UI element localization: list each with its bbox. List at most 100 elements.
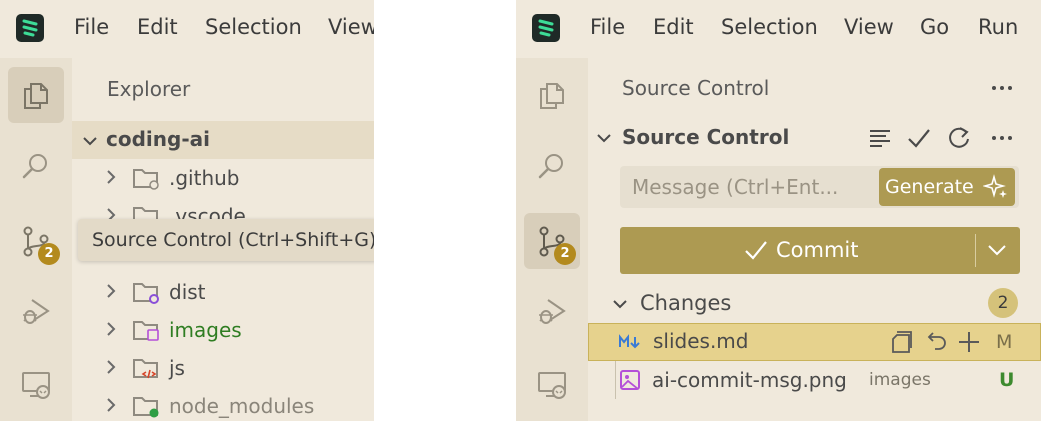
folder-label: images xyxy=(169,318,242,342)
source-control-badge: 2 xyxy=(38,243,60,265)
tree-item-images[interactable]: images xyxy=(72,311,374,349)
menu-file[interactable]: File xyxy=(74,15,109,39)
remote-explorer-activity-button[interactable] xyxy=(8,356,64,412)
run-debug-icon xyxy=(23,299,50,324)
tooltip-text: Source Control (Ctrl+Shift+G) xyxy=(92,229,374,251)
menu-selection[interactable]: Selection xyxy=(205,15,302,39)
root-folder-label: coding-ai xyxy=(106,127,210,151)
menu-view[interactable]: View xyxy=(328,15,374,39)
folder-dist-icon xyxy=(133,283,159,304)
files-icon xyxy=(540,83,564,109)
commit-label: Commit xyxy=(776,238,859,262)
view-as-tree-icon[interactable] xyxy=(868,127,892,149)
folder-label: node_modules xyxy=(169,394,315,418)
commit-message-input[interactable]: Message (Ctrl+Ent... Generate xyxy=(620,166,1019,208)
menu-selection[interactable]: Selection xyxy=(721,15,818,39)
explorer-activity-button[interactable] xyxy=(8,67,64,123)
explorer-window: File Edit Selection View 2 Explorer codi… xyxy=(0,0,374,421)
chevron-down-icon xyxy=(613,300,627,309)
generate-label: Generate xyxy=(885,176,974,198)
explorer-title: Explorer xyxy=(107,77,191,101)
commit-button[interactable]: Commit xyxy=(620,227,1020,274)
chevron-down-icon xyxy=(597,134,611,143)
remote-explorer-activity-button[interactable] xyxy=(524,356,580,412)
menu-bar: File Edit Selection View Go Run xyxy=(516,0,1041,58)
menu-run[interactable]: Run xyxy=(978,15,1018,39)
sparkle-icon xyxy=(983,174,1007,198)
search-activity-button[interactable] xyxy=(524,138,580,194)
folder-node-modules-icon xyxy=(133,397,159,418)
remote-explorer-icon xyxy=(22,372,50,399)
search-activity-button[interactable] xyxy=(8,138,64,194)
source-control-section-header[interactable]: Source Control xyxy=(588,119,1041,157)
menu-go[interactable]: Go xyxy=(920,15,949,39)
generate-button[interactable]: Generate xyxy=(879,168,1015,206)
source-control-activity-button[interactable]: 2 xyxy=(8,213,64,269)
folder-label: dist xyxy=(169,280,206,304)
chevron-right-icon xyxy=(107,322,116,336)
changed-file-row[interactable]: slides.md M xyxy=(588,323,1041,361)
changes-label: Changes xyxy=(640,291,732,315)
changed-file-row[interactable]: ai-commit-msg.png images U xyxy=(588,361,1039,399)
more-actions-icon[interactable] xyxy=(990,130,1014,146)
section-title: Source Control xyxy=(622,125,790,149)
menu-edit[interactable]: Edit xyxy=(653,15,694,39)
open-file-icon[interactable] xyxy=(889,329,915,355)
chevron-down-icon[interactable] xyxy=(986,241,1008,259)
run-debug-activity-button[interactable] xyxy=(8,283,64,339)
view-title: Source Control xyxy=(622,76,770,100)
source-control-activity-button[interactable]: 2 xyxy=(524,213,580,269)
folder-js-icon xyxy=(133,359,158,379)
refresh-icon[interactable] xyxy=(946,125,972,151)
source-control-tooltip: Source Control (Ctrl+Shift+G) xyxy=(78,219,374,261)
menu-view[interactable]: View xyxy=(844,15,894,39)
stage-changes-icon[interactable] xyxy=(957,330,981,354)
tree-root-folder[interactable]: coding-ai xyxy=(72,121,374,159)
tree-item-dist[interactable]: dist xyxy=(72,273,374,311)
menu-edit[interactable]: Edit xyxy=(137,15,178,39)
app-logo-icon xyxy=(532,14,560,42)
commit-check-icon[interactable] xyxy=(906,127,932,149)
menu-bar: File Edit Selection View xyxy=(0,0,374,58)
discard-changes-icon[interactable] xyxy=(925,329,949,355)
app-logo-icon xyxy=(16,14,44,42)
source-control-badge: 2 xyxy=(554,243,576,265)
file-status: U xyxy=(999,369,1015,391)
tree-indent-guide xyxy=(615,361,616,399)
search-icon xyxy=(538,154,563,179)
file-folder: images xyxy=(869,370,931,390)
changes-section-header[interactable]: Changes 2 xyxy=(588,285,1041,323)
tree-item-node-modules[interactable]: node_modules xyxy=(72,387,374,421)
tree-item-js[interactable]: js xyxy=(72,349,374,387)
image-icon xyxy=(620,370,640,390)
file-name: slides.md xyxy=(653,329,749,353)
chevron-right-icon xyxy=(107,170,116,184)
file-status: M xyxy=(996,331,1013,353)
commit-divider xyxy=(975,234,976,267)
source-control-window: File Edit Selection View Go Run 2 Source… xyxy=(516,0,1041,421)
folder-github-icon xyxy=(133,169,159,190)
run-debug-activity-button[interactable] xyxy=(524,283,580,339)
folder-label: .github xyxy=(169,166,240,190)
chevron-right-icon xyxy=(107,360,116,374)
folder-images-icon xyxy=(133,321,159,341)
activity-bar: 2 xyxy=(0,58,72,421)
chevron-down-icon xyxy=(83,137,97,146)
changes-count-badge: 2 xyxy=(988,288,1018,318)
tree-item-github[interactable]: .github xyxy=(72,159,374,197)
commit-check-icon xyxy=(745,241,767,260)
folder-label: js xyxy=(169,356,185,380)
activity-bar: 2 xyxy=(516,58,588,421)
markdown-icon xyxy=(619,334,640,349)
run-debug-icon xyxy=(539,299,566,324)
chevron-right-icon xyxy=(107,284,116,298)
explorer-activity-button[interactable] xyxy=(524,67,580,123)
search-icon xyxy=(22,154,47,179)
commit-message-placeholder: Message (Ctrl+Ent... xyxy=(632,175,839,199)
chevron-right-icon xyxy=(107,398,116,412)
remote-explorer-icon xyxy=(538,372,566,399)
more-actions-icon[interactable] xyxy=(990,80,1014,96)
files-icon xyxy=(24,83,48,109)
menu-file[interactable]: File xyxy=(590,15,625,39)
file-name: ai-commit-msg.png xyxy=(652,368,847,392)
